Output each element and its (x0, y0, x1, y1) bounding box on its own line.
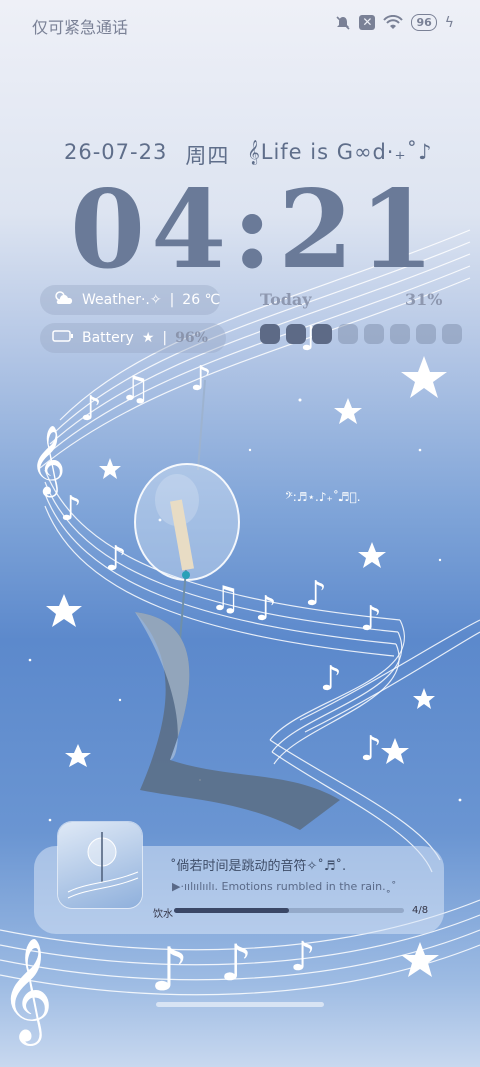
svg-text:♪: ♪ (255, 589, 277, 629)
weather-icon (52, 290, 74, 310)
svg-text:♪: ♪ (220, 934, 252, 992)
today-label: Today (260, 290, 312, 309)
battery-icon: 96 (411, 14, 437, 31)
battery-widget[interactable]: Battery ★ | 96% (40, 323, 226, 353)
svg-text:♪: ♪ (290, 934, 316, 980)
weather-value: 26 ℃ (182, 292, 221, 308)
svg-text:♪: ♪ (360, 599, 382, 639)
lock-clock: 04:21 (70, 167, 441, 293)
weather-widget[interactable]: Weather·.✧ | 26 ℃ (40, 285, 220, 315)
home-indicator[interactable] (156, 1002, 324, 1007)
progress-block (260, 324, 280, 344)
progress-bar[interactable] (174, 908, 404, 913)
battery-value: 96% (175, 330, 208, 346)
progress-block (338, 324, 358, 344)
charging-icon: ϟ (444, 14, 454, 31)
svg-text:♪: ♪ (150, 935, 188, 1005)
status-icons: ✕ 96 ϟ (335, 14, 454, 31)
progress-block (286, 324, 306, 344)
svg-text:♪: ♪ (360, 729, 382, 769)
progress-fill (174, 908, 289, 913)
svg-text:♪: ♪ (105, 539, 127, 579)
svg-text:𝄞: 𝄞 (0, 937, 53, 1046)
album-art[interactable] (58, 822, 142, 908)
svg-text:♪: ♪ (305, 574, 327, 614)
today-percent: 31% (405, 290, 443, 309)
svg-text:♪: ♪ (320, 659, 342, 699)
svg-text:♪: ♪ (190, 359, 212, 399)
svg-text:♪: ♪ (80, 389, 102, 429)
weather-label: Weather·.✧ (82, 292, 162, 308)
wifi-icon (383, 14, 404, 31)
mute-icon (335, 15, 351, 31)
progress-block (390, 324, 410, 344)
progress-block (312, 324, 332, 344)
track-count: 4/8 (412, 905, 429, 916)
no-sim-icon: ✕ (359, 15, 376, 30)
svg-text:♫: ♫ (120, 369, 150, 409)
battery-label: Battery (82, 330, 134, 346)
svg-text:♪: ♪ (60, 489, 82, 529)
floating-notes: 𝄢:♬⋆.♪₊˚♬ﾟ. (285, 490, 361, 504)
progress-block (416, 324, 436, 344)
artist-name: 饮水 (153, 909, 173, 920)
svg-text:♫: ♫ (210, 579, 240, 619)
song-title: ˚倘若时间是跳动的音符✧˚♬˚. (170, 859, 347, 874)
progress-block (364, 324, 384, 344)
song-lyric: ▶·ıılıılıılı. Emotions rumbled in the ra… (172, 880, 397, 893)
day-progress-blocks (260, 324, 462, 344)
star-icon: ★ (141, 330, 155, 346)
divider: | (169, 292, 175, 308)
battery-outline-icon (52, 329, 74, 347)
progress-block (442, 324, 462, 344)
carrier-status: 仅可紧急通话 (32, 18, 129, 37)
svg-text:𝄞: 𝄞 (30, 425, 65, 497)
divider: | (162, 330, 168, 346)
